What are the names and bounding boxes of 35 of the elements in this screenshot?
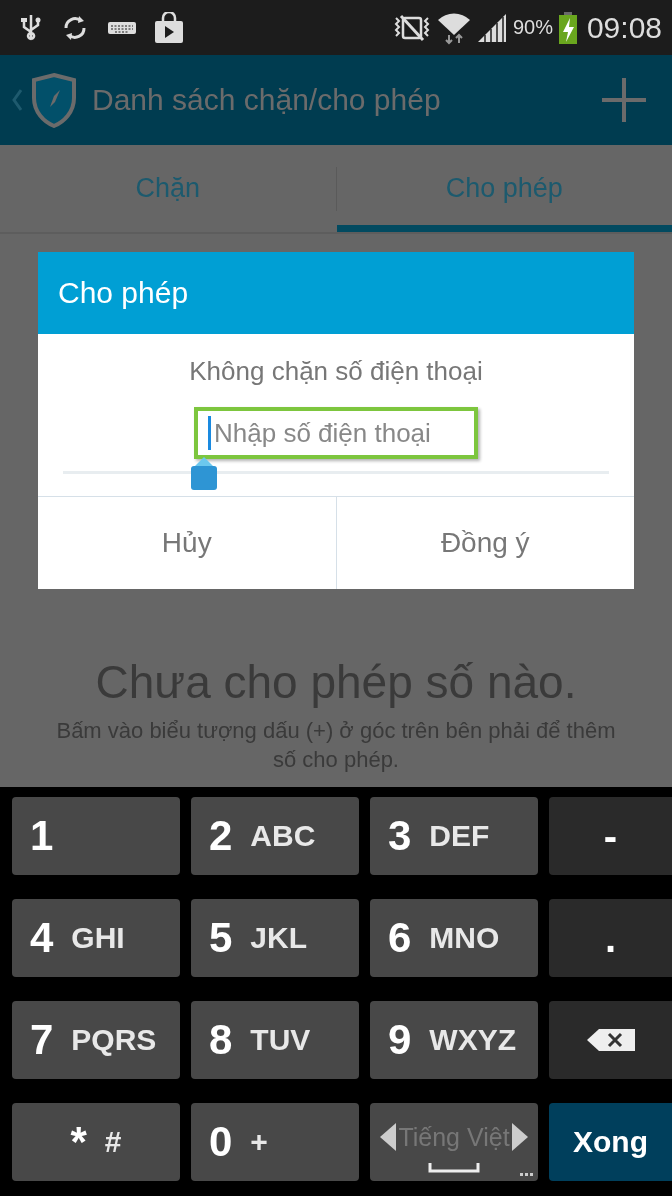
- keypad-key[interactable]: 4 GHI: [12, 899, 180, 977]
- backspace-key[interactable]: [549, 1001, 672, 1079]
- dialog-title: Cho phép: [38, 252, 634, 334]
- more-dots-icon: [520, 1173, 534, 1177]
- done-key[interactable]: Xong: [549, 1103, 672, 1181]
- phone-input-field[interactable]: Nhập số điện thoại: [194, 407, 478, 459]
- keypad-key[interactable]: .: [549, 899, 672, 977]
- keypad-key[interactable]: 9 WXYZ: [370, 1001, 538, 1079]
- signal-icon: [476, 12, 507, 43]
- shield-compass-icon: [30, 72, 78, 128]
- keypad-key[interactable]: 1: [12, 797, 180, 875]
- text-handle-icon[interactable]: [189, 457, 219, 491]
- keypad-key[interactable]: * #: [12, 1103, 180, 1181]
- keypad-key[interactable]: 5 JKL: [191, 899, 359, 977]
- app-title: Danh sách chặn/cho phép: [92, 83, 442, 117]
- keyboard-icon: [108, 19, 136, 36]
- vibrate-mute-icon: [392, 13, 431, 42]
- usb-icon: [20, 12, 42, 43]
- dialog-message: Không chặn số điện thoại: [189, 356, 483, 387]
- battery-percent: 90%: [512, 16, 553, 39]
- keypad-key[interactable]: 6 MNO: [370, 899, 538, 977]
- keypad-key[interactable]: -: [549, 797, 672, 875]
- keypad-key[interactable]: 0 +: [191, 1103, 359, 1181]
- shopping-bag-icon: [154, 11, 184, 44]
- clock-time: 09:08: [586, 10, 662, 45]
- add-icon[interactable]: [600, 76, 648, 124]
- left-triangle-icon: [380, 1123, 397, 1151]
- right-triangle-icon: [511, 1123, 528, 1151]
- space-bar-icon: [428, 1163, 480, 1173]
- keypad-key[interactable]: 8 TUV: [191, 1001, 359, 1079]
- keypad-key[interactable]: 7 PQRS: [12, 1001, 180, 1079]
- keypad-key[interactable]: 3 DEF: [370, 797, 538, 875]
- backspace-icon: [586, 1028, 635, 1052]
- keypad-key[interactable]: 2 ABC: [191, 797, 359, 875]
- battery-charging-icon: [558, 11, 577, 44]
